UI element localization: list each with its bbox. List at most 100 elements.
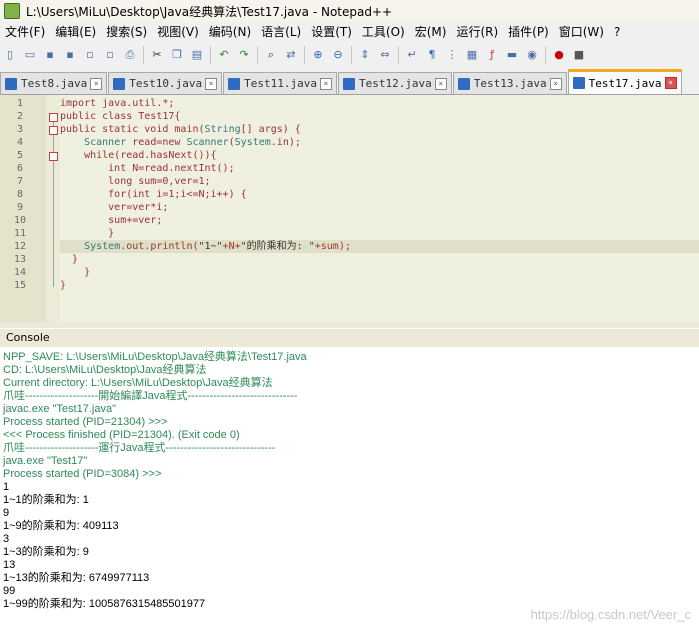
line-number: 4: [16, 137, 24, 148]
code-line[interactable]: int N=read.nextInt();: [60, 162, 234, 175]
console-line: 13: [3, 559, 16, 571]
menu-item-1[interactable]: 编辑(E): [50, 22, 101, 42]
code-line[interactable]: for(int i=1;i<=N;i++) {: [60, 188, 246, 201]
tab-test12-java[interactable]: Test12.java ×: [337, 72, 452, 94]
tab-close-icon[interactable]: ×: [434, 77, 447, 90]
code-area[interactable]: import java.util.*; public class Test17{p…: [60, 95, 699, 322]
menu-item-9[interactable]: 运行(R): [451, 22, 503, 42]
line-number: 5: [16, 150, 24, 161]
title-bar: L:\Users\MiLu\Desktop\Java经典算法\Test17.ja…: [0, 0, 699, 23]
tab-close-icon[interactable]: ×: [549, 77, 562, 90]
fold-margin[interactable]: [46, 95, 60, 322]
menu-item-3[interactable]: 视图(V): [152, 22, 204, 42]
code-line[interactable]: }: [60, 227, 114, 240]
menu-item-7[interactable]: 工具(O): [357, 22, 410, 42]
console-line: 1~99的阶乘和为: 1005876315485501977: [3, 598, 206, 610]
open-file-icon[interactable]: ▭: [22, 47, 38, 63]
code-line[interactable]: }: [60, 279, 66, 292]
line-number: 2: [16, 111, 24, 122]
replace-icon[interactable]: ⇄: [283, 47, 299, 63]
menu-item-4[interactable]: 编码(N): [204, 22, 256, 42]
console-output[interactable]: https://blog.csdn.net/Veer_c NPP_SAVE: L…: [0, 347, 699, 632]
code-line[interactable]: ver=ver*i;: [60, 201, 168, 214]
toolbar-separator: [210, 46, 211, 64]
word-wrap-icon[interactable]: ↵: [404, 47, 420, 63]
toolbar-separator: [545, 46, 546, 64]
line-number: 12: [13, 241, 27, 252]
menu-item-0[interactable]: 文件(F): [0, 22, 50, 42]
tab-close-icon[interactable]: ×: [90, 77, 103, 90]
code-line[interactable]: }: [60, 266, 90, 279]
tab-test17-java[interactable]: Test17.java ×: [567, 69, 682, 94]
find-icon[interactable]: ⌕: [263, 47, 279, 63]
indent-guide-icon[interactable]: ⋮: [444, 47, 460, 63]
console-header: Console: [0, 328, 699, 348]
menu-bar: 文件(F) 编辑(E) 搜索(S) 视图(V) 编码(N) 语言(L) 设置(T) 工具(O)…: [0, 22, 699, 43]
code-line[interactable]: sum+=ver;: [60, 214, 162, 227]
line-number-gutter: 1 2 3 4 5 6 7 8 9 10 11 12 13 14 15: [0, 95, 46, 322]
line-number: 11: [13, 228, 27, 239]
zoom-in-icon[interactable]: ⊕: [310, 47, 326, 63]
close-all-icon[interactable]: ▫: [102, 47, 118, 63]
save-all-icon[interactable]: ▪: [62, 47, 78, 63]
code-editor[interactable]: 1 2 3 4 5 6 7 8 9 10 11 12 13 14 15 import java.util.*…: [0, 95, 699, 322]
function-list-icon[interactable]: ƒ: [484, 47, 500, 63]
zoom-out-icon[interactable]: ⊖: [330, 47, 346, 63]
menu-item-8[interactable]: 宏(M): [410, 22, 452, 42]
code-line[interactable]: Scanner read=new Scanner(System.in);: [60, 136, 301, 149]
fold-toggle-icon[interactable]: [49, 152, 58, 161]
cut-icon[interactable]: ✂: [149, 47, 165, 63]
menu-item-11[interactable]: 窗口(W): [554, 22, 609, 42]
tab-label: Test17.java: [588, 76, 662, 90]
code-line[interactable]: System.out.println("1~"+N+"的阶乘和为: "+sum)…: [60, 240, 351, 253]
menu-item-5[interactable]: 语言(L): [256, 22, 306, 42]
sync-v-icon[interactable]: ⇕: [357, 47, 373, 63]
code-line[interactable]: import java.util.*;: [60, 97, 174, 110]
toolbar-separator: [351, 46, 352, 64]
undo-icon[interactable]: ↶: [216, 47, 232, 63]
menu-item-2[interactable]: 搜索(S): [101, 22, 152, 42]
tab-test8-java[interactable]: Test8.java ×: [0, 72, 108, 94]
toolbar: ▯ ▭ ▪ ▪ ▫ ▫ ⎙ ✂ ❐ ▤ ↶ ↷ ⌕ ⇄ ⊕ ⊖ ⇕ ⇔ ↵ ¶ ⋮ ▦ ƒ ▬ ◉ ● ■: [0, 42, 699, 69]
console-line: CD: L:\Users\MiLu\Desktop\Java经典算法: [3, 364, 207, 376]
tab-label: Test13.java: [473, 77, 547, 90]
fold-toggle-icon[interactable]: [49, 113, 58, 122]
monitor-icon[interactable]: ◉: [524, 47, 540, 63]
folder-workspace-icon[interactable]: ▬: [504, 47, 520, 63]
menu-item-6[interactable]: 设置(T): [306, 22, 357, 42]
paste-icon[interactable]: ▤: [189, 47, 205, 63]
watermark: https://blog.csdn.net/Veer_c: [530, 607, 691, 622]
copy-icon[interactable]: ❐: [169, 47, 185, 63]
tab-close-icon[interactable]: ×: [319, 77, 332, 90]
tab-test13-java[interactable]: Test13.java ×: [452, 72, 567, 94]
code-line[interactable]: public class Test17{: [60, 110, 180, 123]
fold-toggle-icon[interactable]: [49, 126, 58, 135]
code-line[interactable]: public static void main(String[] args) {: [60, 123, 301, 136]
tab-test10-java[interactable]: Test10.java ×: [108, 72, 223, 94]
line-number: 1: [16, 98, 24, 109]
tab-test11-java[interactable]: Test11.java ×: [223, 72, 337, 94]
save-icon[interactable]: ▪: [42, 47, 58, 63]
code-line[interactable]: long sum=0,ver=1;: [60, 175, 210, 188]
close-icon[interactable]: ▫: [82, 47, 98, 63]
file-icon: [342, 77, 355, 90]
console-line: Process started (PID=21304) >>>: [3, 416, 168, 428]
print-icon[interactable]: ⎙: [122, 47, 138, 63]
line-number: 14: [13, 267, 27, 278]
show-all-chars-icon[interactable]: ¶: [424, 47, 440, 63]
redo-icon[interactable]: ↷: [236, 47, 252, 63]
toolbar-separator: [304, 46, 305, 64]
tab-close-icon[interactable]: ×: [664, 77, 677, 89]
line-number: 15: [13, 280, 27, 291]
record-macro-icon[interactable]: ●: [551, 47, 567, 63]
menu-item-12[interactable]: ?: [609, 22, 625, 42]
console-line: Current directory: L:\Users\MiLu\Desktop…: [3, 377, 273, 389]
code-line[interactable]: }: [60, 253, 78, 266]
tab-close-icon[interactable]: ×: [205, 77, 218, 90]
doc-map-icon[interactable]: ▦: [464, 47, 480, 63]
stop-record-icon[interactable]: ■: [571, 47, 587, 63]
sync-h-icon[interactable]: ⇔: [377, 47, 393, 63]
code-line[interactable]: while(read.hasNext()){: [60, 149, 216, 162]
new-file-icon[interactable]: ▯: [2, 47, 18, 63]
menu-item-10[interactable]: 插件(P): [503, 22, 554, 42]
